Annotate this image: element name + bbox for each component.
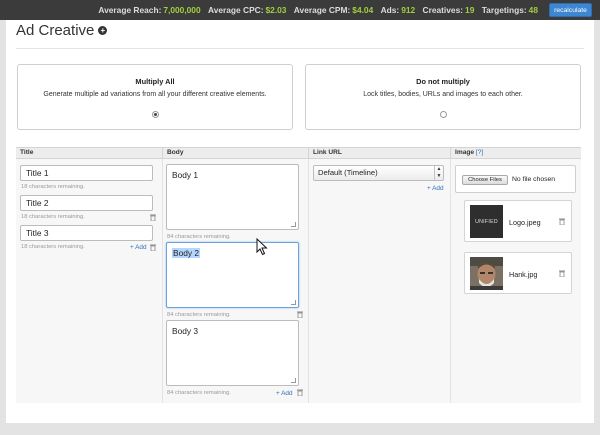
column-divider: [308, 159, 309, 403]
body-1-remaining: 84 characters remaining.: [167, 234, 231, 240]
do-not-multiply-option[interactable]: Do not multiply Lock titles, bodies, URL…: [305, 64, 581, 130]
plus-circle-icon[interactable]: +: [98, 26, 108, 35]
trash-icon[interactable]: [559, 218, 565, 225]
resize-grip[interactable]: [291, 300, 296, 305]
column-divider: [162, 159, 163, 403]
link-url-selected: Default (Timeline): [318, 168, 378, 177]
stats-bar: Average Reach: 7,000,000 Average CPC: $2.0…: [0, 0, 600, 20]
body-1-text: Body 1: [172, 170, 199, 180]
stat-label-reach: Average Reach:: [98, 5, 162, 15]
resize-grip[interactable]: [291, 378, 296, 383]
file-status: No file chosen: [512, 176, 556, 183]
image-item-logo: UNIFIED Logo.jpeg: [464, 200, 572, 242]
column-divider: [450, 159, 451, 403]
mouse-cursor-icon: [256, 238, 268, 256]
stat-label-targetings: Targetings:: [481, 5, 527, 15]
add-link-url-link[interactable]: + Add: [427, 185, 444, 192]
stat-value-ads: 912: [401, 5, 416, 15]
stat-value-reach: 7,000,000: [163, 5, 201, 15]
body-2-text: Body 2: [172, 248, 201, 258]
link-url-select[interactable]: Default (Timeline) ▲ ▼: [313, 165, 444, 181]
add-body-link[interactable]: + Add: [276, 390, 293, 397]
title-1-remaining: 18 characters remaining.: [21, 184, 85, 190]
stat-label-cpm: Average CPM:: [293, 5, 351, 15]
multiply-all-description: Generate multiple ad variations from all…: [43, 91, 267, 98]
image-name-logo: Logo.jpeg: [509, 218, 541, 227]
title-2-remaining: 18 characters remaining.: [21, 214, 85, 220]
title-input-2[interactable]: Title 2: [20, 195, 153, 211]
stat-value-creatives: 19: [465, 5, 475, 15]
stats-summary: Average Reach: 7,000,000 Average CPC: $2.0…: [93, 5, 538, 15]
title-3-remaining: 18 characters remaining.: [21, 244, 85, 250]
stat-value-targetings: 48: [528, 5, 538, 15]
do-not-multiply-title: Do not multiply: [416, 77, 470, 86]
multiply-all-title: Multiply All: [135, 77, 175, 86]
body-3-text: Body 3: [172, 326, 199, 336]
stat-label-creatives: Creatives:: [422, 5, 464, 15]
image-help-link[interactable]: [?]: [476, 149, 483, 156]
image-name-hank: Hank.jpg: [509, 270, 538, 279]
body-2-remaining: 84 characters remaining.: [167, 312, 231, 318]
stat-value-cpc: $2.03: [265, 5, 287, 15]
column-header-image: Image [?]: [450, 148, 581, 158]
image-item-hank: Hank.jpg: [464, 252, 572, 294]
choose-files-button[interactable]: Choose Files: [462, 175, 508, 185]
logo-thumbnail: UNIFIED: [470, 205, 503, 238]
do-not-multiply-radio[interactable]: [440, 111, 447, 118]
body-textarea-3[interactable]: Body 3: [166, 320, 299, 386]
trash-icon[interactable]: [559, 270, 565, 277]
multiply-all-radio[interactable]: [152, 111, 159, 118]
creative-table-header: Title Body Link URL Image [?]: [16, 147, 581, 159]
stat-value-cpm: $4.04: [352, 5, 374, 15]
page-title: Ad Creative +: [16, 22, 108, 39]
add-title-link[interactable]: + Add: [130, 244, 147, 251]
body-3-remaining: 84 characters remaining.: [167, 390, 231, 396]
body-textarea-2[interactable]: Body 2: [166, 242, 299, 308]
body-textarea-1[interactable]: Body 1: [166, 164, 299, 230]
recalculate-button[interactable]: recalculate: [549, 3, 592, 17]
column-header-title: Title: [20, 149, 34, 156]
do-not-multiply-description: Lock titles, bodies, URLs and images to …: [363, 91, 523, 98]
trash-icon[interactable]: [297, 311, 303, 318]
image-upload-box: Choose Files No file chosen: [455, 165, 576, 193]
trash-icon[interactable]: [150, 214, 156, 221]
column-header-link-url: Link URL: [308, 148, 450, 158]
column-header-body: Body: [162, 148, 308, 158]
column-header-image-label: Image: [455, 149, 475, 156]
hank-photo-thumbnail: [470, 257, 503, 290]
trash-icon[interactable]: [150, 244, 156, 251]
stat-label-ads: Ads:: [380, 5, 400, 15]
page-title-text: Ad Creative: [16, 22, 95, 39]
trash-icon[interactable]: [297, 389, 303, 396]
select-arrows-icon: ▲ ▼: [434, 166, 443, 180]
stat-label-cpc: Average CPC:: [207, 5, 264, 15]
resize-grip[interactable]: [291, 222, 296, 227]
divider: [16, 48, 584, 49]
title-input-1[interactable]: Title 1: [20, 165, 153, 181]
title-input-3[interactable]: Title 3: [20, 225, 153, 241]
multiply-all-option[interactable]: Multiply All Generate multiple ad variat…: [17, 64, 293, 130]
